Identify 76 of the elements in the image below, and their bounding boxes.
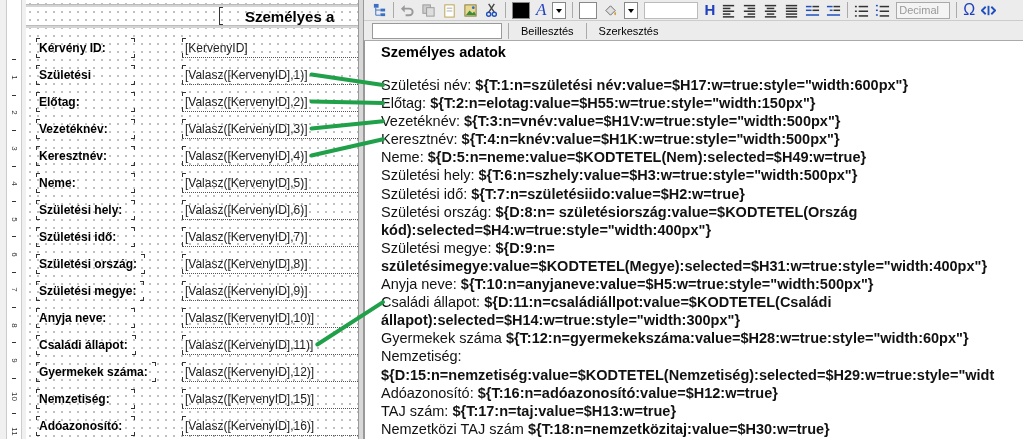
field-label[interactable]: Előtag: [36, 91, 135, 112]
toolbar-button[interactable]: Beillesztés [515, 24, 580, 37]
ruler-number: 4 [9, 181, 19, 186]
scissors-icon[interactable] [484, 2, 499, 18]
field-label[interactable]: Gyermekek száma: [36, 361, 156, 382]
symbol-button[interactable]: Ω [963, 2, 976, 18]
bound-field[interactable]: [Valasz([KervenyID],8)] [182, 253, 358, 274]
bound-field[interactable]: [KervenyID] [182, 37, 358, 58]
field-label[interactable]: Születési ország: [36, 253, 146, 274]
field-label[interactable]: Vezetéknév: [36, 118, 135, 139]
editor-area[interactable] [364, 41, 1023, 439]
template-line: Gyermekek száma ${T:12:n=gyermekekszáma:value=$H28:w=true:style="width:60px"} [381, 329, 970, 348]
template-line: Neme: ${D:5:n=neme:value=$KODTETEL(Nem):selected=$H49:w=true} [381, 148, 868, 167]
report-title: Személyes a [245, 7, 335, 25]
field-label[interactable]: Nemzetiség: [36, 388, 135, 409]
color-swatch[interactable] [512, 1, 530, 19]
ruler-number: 3 [9, 146, 19, 151]
template-line: Előtag: ${T:2:n=elotag:value=$H55:w=true:style="width:150px"} [381, 94, 817, 113]
align-right-icon[interactable] [742, 2, 758, 18]
template-line: Családi állapot: ${D:11:n=családiállpot:value=$KODTETEL(Családi állapot):selected=$H14:w=true:style="width:300px"} [381, 293, 833, 330]
justify-icon[interactable] [784, 2, 800, 18]
bound-field[interactable]: [Valasz([KervenyID],5)] [182, 172, 358, 193]
ruler-number: 9 [9, 358, 19, 363]
bound-field[interactable]: [Valasz([KervenyID],15)] [182, 388, 358, 409]
field-label[interactable]: Neme: [36, 172, 135, 193]
template-line: Nemzetiség: ${D:15:n=nemzetiség:value=$KODTETEL(Nemzetiség):selected=$H29:w=true:style="widt [381, 347, 996, 384]
field-label[interactable]: Keresztnév: [36, 145, 135, 166]
align-center-icon[interactable] [763, 2, 779, 18]
bound-field[interactable]: [Valasz([KervenyID],12)] [182, 361, 358, 382]
bound-field[interactable]: [Valasz([KervenyID],16)] [182, 415, 358, 436]
field-label[interactable]: Születési hely: [36, 199, 135, 220]
numbered-list-icon[interactable] [875, 2, 891, 18]
template-line: Születési idő: ${T:7:n=születésiido:value=$H2:w=true} [381, 184, 746, 203]
template-line: Vezetéknév: ${T:3:n=vnév:value=$H1V:w=true:style="width:500px"} [381, 112, 842, 131]
highlight-swatch[interactable] [579, 1, 598, 19]
bound-field[interactable]: [Valasz([KervenyID],2)] [182, 91, 358, 112]
template-line: Anyja neve: ${T:10:n=anyjaneve:value=$H5:w=true:style="width:500px"} [381, 275, 875, 294]
bound-field[interactable]: [Valasz([KervenyID],7)] [182, 226, 358, 247]
bound-field[interactable]: [Valasz([KervenyID],6)] [182, 199, 358, 220]
template-line: Születési ország: ${D:8:n= születésiország:value=$KODTETEL(Ország kód):selected=$H4:w=true:style="width:400px"} [381, 202, 859, 239]
template-line: Nemzetközi TAJ szám ${T:18:n=nemzetközitaj:value=$H30:w=true} [381, 419, 831, 438]
bound-field[interactable]: [Valasz([KervenyID],10)] [182, 307, 358, 328]
heading-button[interactable]: H [704, 2, 716, 18]
bound-field[interactable]: [Valasz([KervenyID],4)] [182, 145, 358, 166]
template-line: Keresztnév: ${T:4:n=knév:value=$H1K:w=true:style="width:500px"} [381, 130, 841, 149]
field-label[interactable]: Születési idő: [36, 226, 135, 247]
ruler-number: 1 [9, 75, 19, 80]
ruler-number: 6 [9, 252, 19, 257]
tree-icon[interactable] [372, 2, 387, 18]
bound-field[interactable]: [Valasz([KervenyID],11)] [182, 334, 358, 355]
ruler-number: 7 [9, 287, 19, 293]
ruler-number: 8 [9, 323, 19, 328]
ruler-number: 5 [9, 216, 19, 222]
ruler-number: 10 [9, 391, 19, 401]
field-label[interactable]: Családi állapot: [36, 334, 136, 355]
template-line: TAJ szám: ${T:17:n=taj:value=$H13:w=true} [381, 401, 678, 420]
paint-bucket-icon[interactable] [603, 2, 619, 18]
field-label[interactable]: Kérvény ID: [36, 37, 135, 58]
template-line: Adóazonosító: ${T:16:n=adóazonosító:value=$H12:w=true} [381, 383, 779, 402]
bound-field[interactable]: [Valasz([KervenyID],9)] [182, 280, 358, 301]
toolbar-button[interactable]: Szerkesztés [592, 24, 665, 37]
ruler-number: 2 [9, 110, 19, 116]
field-label[interactable]: Adóazonosító: [36, 415, 135, 436]
bound-field[interactable]: [Valasz([KervenyID],3)] [182, 118, 358, 139]
image-icon[interactable] [463, 2, 478, 18]
bound-field[interactable]: [Valasz([KervenyID],1)] [182, 64, 358, 85]
template-line: Születési név: ${T:1:n=születési név:value=$H17:w=true:style="width:600px"} [381, 76, 910, 95]
align-left-icon[interactable] [721, 2, 737, 18]
field-label[interactable]: Születési megye: [36, 280, 145, 301]
heading: Személyes adatok [381, 43, 507, 61]
font-color-button[interactable]: A [536, 2, 547, 18]
field-label[interactable]: Születési [36, 64, 135, 85]
template-line: Születési hely: ${T:6:n=szhely:value=$H3:w=true:style="width:500px"} [381, 166, 859, 185]
ruler-number: 11 [9, 427, 19, 436]
field-label[interactable]: Anyja neve: [36, 307, 135, 328]
template-line: Születési megye: ${D:9:n= születésimegye:value=$KODTETEL(Megye):selected=$H31:w=true:style="width:400px"} [381, 238, 989, 276]
